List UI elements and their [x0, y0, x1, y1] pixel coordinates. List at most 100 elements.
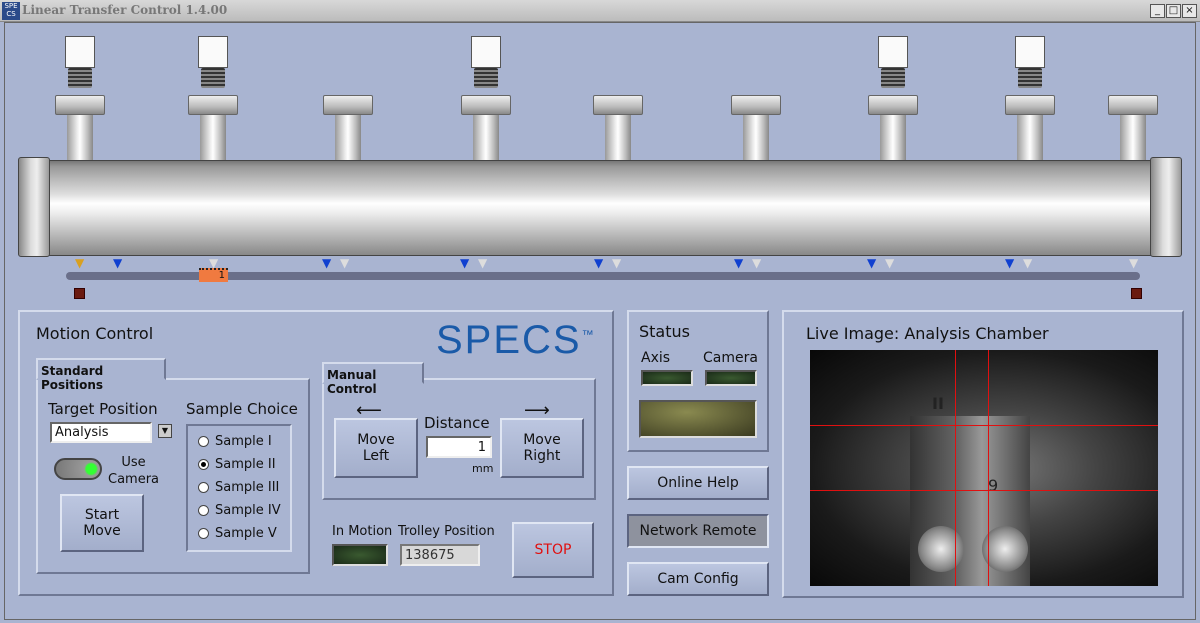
- port-pipe: [743, 108, 769, 162]
- close-button[interactable]: ×: [1182, 4, 1197, 18]
- right-limit-indicator: [1131, 288, 1142, 299]
- sample-radio[interactable]: Sample III: [198, 476, 290, 499]
- port-flange: [461, 95, 511, 115]
- cam-config-button[interactable]: Cam Config: [627, 562, 769, 596]
- network-remote-button[interactable]: Network Remote: [627, 514, 769, 548]
- title-bar[interactable]: SPE CS Linear Transfer Control 1.4.00 _ □…: [0, 0, 1200, 22]
- port-pipe: [880, 108, 906, 162]
- stop-button[interactable]: STOP: [512, 522, 594, 578]
- camera-icon: [471, 36, 501, 96]
- status-panel: Status Axis Camera: [627, 310, 769, 452]
- holder-label-digit: 9: [988, 476, 999, 495]
- port-pipe: [473, 108, 499, 162]
- tab-standard-positions[interactable]: Standard Positions: [36, 358, 166, 392]
- port-flange: [188, 95, 238, 115]
- position-marker-blue[interactable]: ▼: [594, 257, 603, 269]
- use-camera-toggle[interactable]: [54, 458, 102, 480]
- radio-button-icon[interactable]: [198, 482, 209, 493]
- position-marker-grey[interactable]: ▼: [612, 257, 621, 269]
- port-pipe: [1017, 108, 1043, 162]
- position-marker-blue[interactable]: ▼: [113, 257, 122, 269]
- sample-radio[interactable]: Sample V: [198, 522, 290, 545]
- radio-button-icon[interactable]: [198, 436, 209, 447]
- axis-label: Axis: [641, 350, 671, 366]
- position-marker-blue[interactable]: ▼: [867, 257, 876, 269]
- sample-radio-label: Sample I: [215, 434, 272, 449]
- online-help-button[interactable]: Online Help: [627, 466, 769, 500]
- port-pipe: [605, 108, 631, 162]
- tab-manual-control[interactable]: Manual Control: [322, 362, 424, 396]
- sample-radio-label: Sample IV: [215, 503, 281, 518]
- target-position-label: Target Position: [48, 400, 158, 418]
- live-image-title: Live Image: Analysis Chamber: [806, 324, 1049, 343]
- camera-icon: [65, 36, 95, 96]
- brand-tm: ™: [581, 327, 596, 342]
- sample-radio[interactable]: Sample II: [198, 453, 290, 476]
- port-flange: [1108, 95, 1158, 115]
- port-flange: [55, 95, 105, 115]
- sample-radio-label: Sample II: [215, 457, 276, 472]
- position-marker-orange[interactable]: ▼: [75, 257, 84, 269]
- dropdown-arrow-icon[interactable]: ▼: [158, 424, 172, 438]
- target-position-select[interactable]: Analysis: [50, 422, 152, 443]
- brand-text: SPECS: [436, 318, 582, 362]
- trolley-marker[interactable]: 1: [199, 268, 228, 282]
- crosshair-horizontal-2: [810, 490, 1158, 491]
- position-marker-grey[interactable]: ▼: [1129, 257, 1138, 269]
- radio-button-icon[interactable]: [198, 528, 209, 539]
- camera-icon: [198, 36, 228, 96]
- distance-input[interactable]: 1: [426, 436, 492, 458]
- port-pipe: [200, 108, 226, 162]
- radio-button-icon[interactable]: [198, 459, 209, 470]
- use-camera-label: Use Camera: [108, 455, 160, 487]
- port-flange: [1005, 95, 1055, 115]
- trolley-position-value: 138675: [400, 544, 480, 566]
- specs-logo: SPECS™: [436, 318, 596, 363]
- position-marker-grey[interactable]: ▼: [1023, 257, 1032, 269]
- position-marker-grey[interactable]: ▼: [752, 257, 761, 269]
- camera-status-led: [705, 370, 757, 386]
- distance-label: Distance: [424, 414, 490, 432]
- move-right-button[interactable]: Move Right: [500, 418, 584, 478]
- sample-choice-label: Sample Choice: [186, 400, 298, 418]
- port-flange: [731, 95, 781, 115]
- crosshair-vertical-2: [988, 350, 989, 586]
- camera-label: Camera: [703, 350, 758, 366]
- right-end-flange: [1150, 157, 1182, 257]
- holder-label-roman: II: [932, 394, 944, 413]
- minimize-button[interactable]: _: [1150, 4, 1165, 18]
- port-flange: [323, 95, 373, 115]
- left-limit-indicator: [74, 288, 85, 299]
- position-marker-blue[interactable]: ▼: [734, 257, 743, 269]
- sample-radio[interactable]: Sample IV: [198, 499, 290, 522]
- window-title: Linear Transfer Control 1.4.00: [22, 3, 228, 17]
- position-marker-grey[interactable]: ▼: [478, 257, 487, 269]
- in-motion-led: [332, 544, 388, 566]
- radio-button-icon[interactable]: [198, 505, 209, 516]
- move-left-button[interactable]: Move Left: [334, 418, 418, 478]
- left-end-flange: [18, 157, 50, 257]
- app-logo-icon: SPE CS: [2, 2, 20, 20]
- maximize-button[interactable]: □: [1166, 4, 1181, 18]
- crosshair-vertical-1: [955, 350, 956, 586]
- standard-positions-group: Target Position Analysis ▼ Use Camera St…: [36, 378, 310, 574]
- sample-radio[interactable]: Sample I: [198, 430, 290, 453]
- position-marker-blue[interactable]: ▼: [460, 257, 469, 269]
- screw-left: [918, 526, 964, 572]
- position-marker-blue[interactable]: ▼: [1005, 257, 1014, 269]
- live-camera-image[interactable]: II 9: [810, 350, 1158, 586]
- start-move-button[interactable]: Start Move: [60, 494, 144, 552]
- position-marker-grey[interactable]: ▼: [885, 257, 894, 269]
- status-message-display: [639, 400, 757, 438]
- status-title: Status: [639, 322, 690, 341]
- sample-radio-label: Sample III: [215, 480, 280, 495]
- port-flange: [868, 95, 918, 115]
- port-pipe: [335, 108, 361, 162]
- motion-control-title: Motion Control: [36, 324, 154, 343]
- in-motion-label: In Motion: [332, 524, 393, 539]
- main-transfer-pipe: [40, 160, 1160, 256]
- trolley-position-label: Trolley Position: [398, 524, 495, 539]
- position-marker-blue[interactable]: ▼: [322, 257, 331, 269]
- position-marker-grey[interactable]: ▼: [340, 257, 349, 269]
- crosshair-horizontal-1: [810, 425, 1158, 426]
